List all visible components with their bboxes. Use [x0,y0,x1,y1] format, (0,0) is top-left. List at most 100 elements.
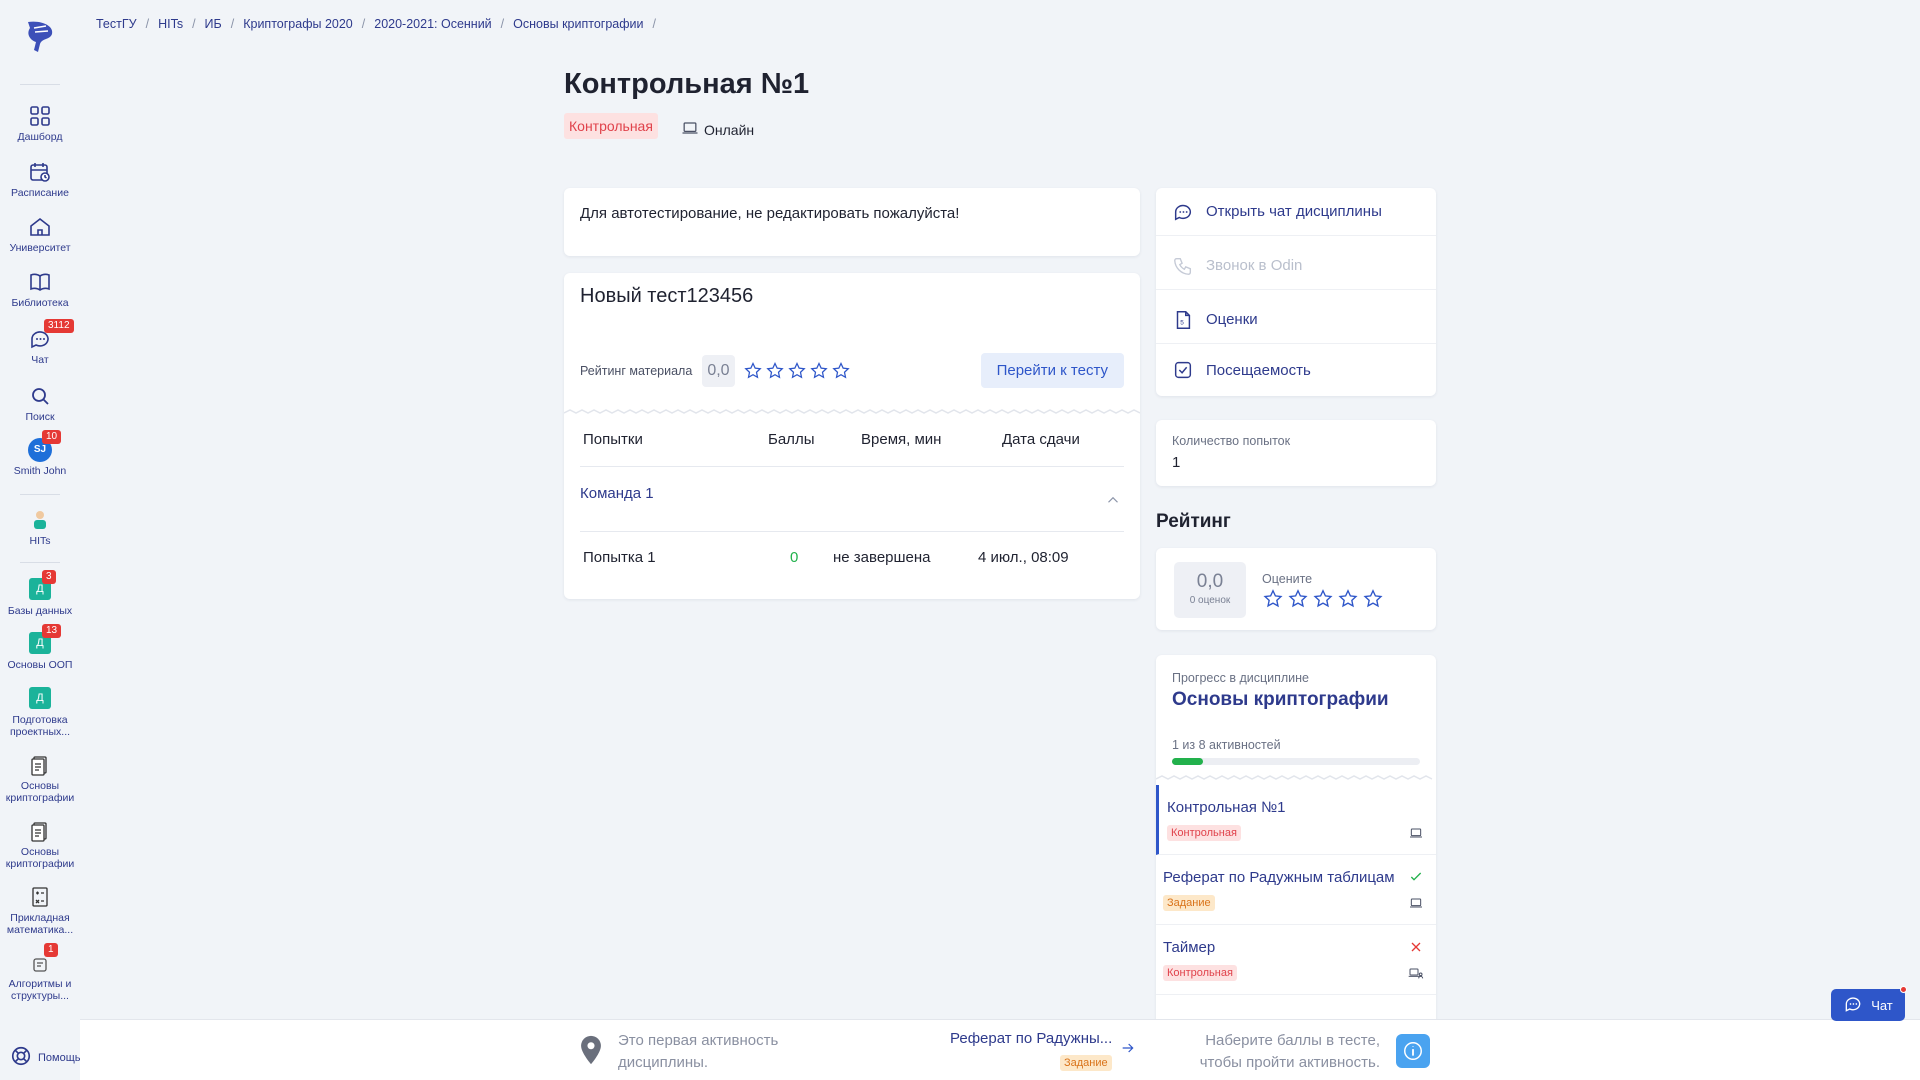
activity-name: Таймер [1163,939,1216,956]
course-badge: 1 [44,943,58,957]
breadcrumb-item[interactable]: ИБ [205,17,222,31]
grades-icon: 5 [1176,310,1191,329]
info-icon[interactable] [1396,1034,1430,1068]
lifebuoy-icon [10,1045,32,1070]
breadcrumb-item[interactable]: Основы криптографии [513,17,643,31]
progress-course-title[interactable]: Основы криптографии [1172,689,1389,711]
description-text: Для автотестирование, не редактировать п… [580,205,960,222]
star-icon[interactable] [743,361,763,381]
odin-call-button: Звонок в Odin [1156,242,1436,290]
activity-name: Реферат по Радужным таблицам [1163,869,1395,886]
next-activity-tag: Задание [1060,1055,1112,1071]
rate-label: Оцените [1262,572,1313,586]
breadcrumb-item[interactable]: Криптографы 2020 [243,17,353,31]
course-icon: Д 13 [28,624,62,656]
breadcrumb-separator: / [230,17,235,31]
unread-indicator [1900,986,1907,993]
activity-navigation-bar: Это первая активность дисциплины. Рефера… [80,1019,1920,1080]
sidebar-course-crypto[interactable]: Основы криптографии [0,753,80,804]
help-button[interactable]: Помощь [10,1045,81,1070]
discipline-progress-card: Прогресс в дисциплине Основы криптографи… [1156,655,1436,1055]
star-icon[interactable] [809,361,829,381]
activity-item[interactable]: Реферат по Радужным таблицам Задание [1156,855,1436,925]
rating-value: 0,0 [1196,571,1224,592]
phone-icon [1174,257,1192,275]
rate-stars[interactable] [1262,588,1384,610]
sidebar-item-chat[interactable]: 3112 Чат [0,319,80,366]
sidebar-item-label: Прикладная математика... [6,912,74,936]
next-activity-link[interactable]: Реферат по Радужны... [950,1030,1112,1047]
star-icon[interactable] [1312,588,1334,610]
arrow-right-icon[interactable] [1120,1040,1136,1061]
team-group-toggle[interactable]: Команда 1 [580,485,654,502]
sidebar-item-schedule[interactable]: Расписание [0,160,80,199]
breadcrumb-item[interactable]: ТестГУ [96,17,137,31]
attempt-name[interactable]: Попытка 1 [583,549,656,566]
sidebar-course-crypto-2[interactable]: Основы криптографии [0,819,80,870]
star-icon[interactable] [831,361,851,381]
progress-bar-fill [1172,758,1203,765]
star-icon[interactable] [1287,588,1309,610]
sidebar-item-library[interactable]: Библиотека [0,270,80,309]
attempt-score: 0 [790,549,799,566]
course-doc-icon [28,753,52,777]
star-icon[interactable] [787,361,807,381]
course-doc-icon [28,819,52,843]
test-title: Новый тест123456 [580,285,754,307]
sidebar: Дашборд Расписание Университет Библиотек… [0,0,81,1080]
chat-floating-button[interactable]: Чат [1831,986,1907,1021]
sidebar-course-algorithms[interactable]: 1 Алгоритмы и структуры... [0,943,80,1002]
sidebar-course-projects[interactable]: Д Подготовка проектных... [0,687,80,738]
sidebar-course-math[interactable]: Прикладная математика... [0,885,80,936]
go-to-test-button[interactable]: Перейти к тесту [980,353,1124,388]
hits-logo-icon [28,508,52,532]
notification-badge: 10 [42,430,62,444]
material-rating-stars[interactable] [743,361,851,381]
check-icon [1408,869,1424,890]
sidebar-item-label: Поиск [25,411,55,423]
sidebar-item-label: Основы криптографии [5,846,75,870]
breadcrumb-separator: / [652,17,656,31]
activity-item[interactable]: Таймер Контрольная [1156,925,1436,995]
zigzag-divider [564,409,1140,414]
sidebar-course-oop[interactable]: Д 13 Основы ООП [0,624,80,671]
sidebar-item-hits[interactable]: HITs [0,508,80,547]
sidebar-divider [20,562,60,563]
sidebar-item-profile[interactable]: SJ 10 Smith John [0,430,80,477]
page-title: Контрольная №1 [564,68,810,100]
laptop-icon [1408,895,1424,916]
chevron-up-icon[interactable] [1104,491,1122,514]
table-divider [580,531,1124,532]
breadcrumb-separator: / [192,17,196,31]
activity-tag: Контрольная [1163,965,1237,981]
rating-summary: 0,0 0 оценок [1174,562,1246,618]
university-icon [28,215,52,239]
dashboard-icon [28,104,52,128]
rating-card: 0,0 0 оценок Оцените [1156,548,1436,630]
rating-count: 0 оценок [1189,595,1231,606]
breadcrumb-item[interactable]: 2020-2021: Осенний [374,17,491,31]
sidebar-item-search[interactable]: Поиск [0,384,80,423]
breadcrumb-item[interactable]: HITs [158,17,183,31]
attendance-icon [1174,361,1192,379]
star-icon[interactable] [1362,588,1384,610]
activity-item[interactable]: Контрольная №1 Контрольная [1156,785,1436,855]
sidebar-item-university[interactable]: Университет [0,215,80,254]
sidebar-item-label: Дашборд [17,131,63,143]
open-discipline-chat-button[interactable]: Открыть чат дисциплины [1156,188,1436,236]
action-label: Звонок в Odin [1206,257,1303,274]
attendance-button[interactable]: Посещаемость [1156,346,1436,394]
sidebar-item-label: Smith John [13,465,67,477]
star-icon[interactable] [1337,588,1359,610]
grades-button[interactable]: 5 Оценки [1156,296,1436,344]
activity-name: Контрольная №1 [1167,799,1286,816]
sidebar-course-databases[interactable]: Д3 Базы данных [0,570,80,617]
test-card: Новый тест123456 Рейтинг материала 0,0 П… [564,273,1140,599]
sidebar-item-label: Основы ООП [7,659,73,671]
sidebar-item-dashboard[interactable]: Дашборд [0,104,80,143]
description-card: Для автотестирование, не редактировать п… [564,188,1140,256]
star-icon[interactable] [1262,588,1284,610]
star-icon[interactable] [765,361,785,381]
app-logo-icon[interactable] [20,16,60,56]
book-icon [28,270,52,294]
